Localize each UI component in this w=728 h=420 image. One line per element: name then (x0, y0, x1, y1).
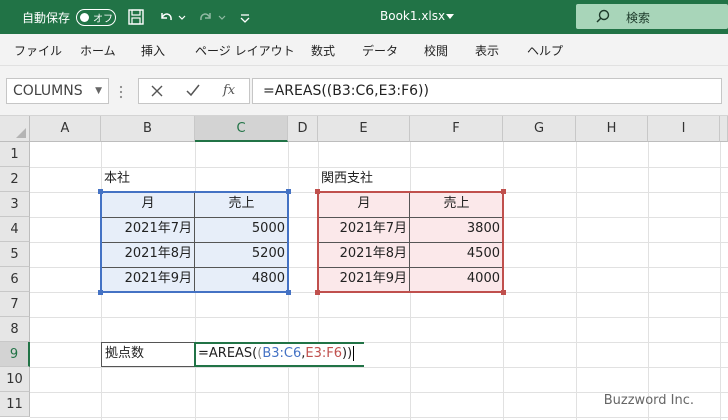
name-box-value: COLUMNS (13, 83, 83, 99)
range-handle[interactable] (98, 290, 103, 295)
range-handle[interactable] (286, 189, 291, 194)
row-header-1[interactable]: 1 (0, 142, 30, 167)
save-icon[interactable] (126, 7, 146, 27)
row-header-2[interactable]: 2 (0, 167, 30, 192)
tab-insert[interactable]: 挿入 (141, 42, 165, 59)
tab-formulas[interactable]: 数式 (311, 42, 335, 59)
gridline (30, 417, 728, 418)
title-bar: 自動保存 オフ Book1.xlsx 検索 (0, 0, 728, 34)
cell-b2-honsha[interactable]: 本社 (104, 167, 130, 191)
name-box-dropdown-icon[interactable]: ▼ (95, 79, 102, 103)
gridline (30, 367, 728, 368)
search-label: 検索 (626, 11, 651, 25)
tab-help[interactable]: ヘルプ (527, 42, 563, 59)
row-header-7[interactable]: 7 (0, 292, 30, 317)
column-header-d[interactable]: D (288, 116, 318, 142)
ribbon-tabs: ファイル ホーム 挿入 ページ レイアウト 数式 データ 校閲 表示 ヘルプ (0, 34, 728, 66)
column-header-c[interactable]: C (195, 116, 288, 142)
enter-icon[interactable] (186, 84, 200, 97)
cancel-icon[interactable] (151, 85, 163, 97)
title-dropdown-icon[interactable] (446, 14, 454, 20)
column-header-g[interactable]: G (503, 116, 576, 142)
redo-dropdown-icon[interactable] (216, 7, 228, 27)
gridline (30, 167, 728, 168)
row-header-10[interactable]: 10 (0, 367, 30, 392)
cell-edit-underline (288, 342, 364, 367)
formula-bar: COLUMNS ▼ fx =AREAS((B3:C6,E3:F6)) (0, 66, 728, 116)
tab-view[interactable]: 表示 (475, 42, 499, 59)
edit-formula-prefix: =AREAS( (198, 346, 258, 361)
range-handle[interactable] (315, 189, 320, 194)
redo-icon[interactable] (196, 7, 216, 27)
column-header-j[interactable] (720, 116, 728, 142)
customize-toolbar-icon[interactable] (236, 7, 256, 27)
row-header-4[interactable]: 4 (0, 217, 30, 242)
gridline (648, 142, 649, 420)
autosave-label: 自動保存 (22, 11, 71, 25)
toggle-knob (80, 12, 89, 22)
tab-data[interactable]: データ (362, 42, 398, 59)
column-header-i[interactable]: I (648, 116, 720, 142)
formula-input[interactable]: =AREAS((B3:C6,E3:F6)) (252, 78, 722, 104)
insert-function-icon[interactable]: fx (223, 83, 235, 98)
row-header-8[interactable]: 8 (0, 317, 30, 342)
column-header-b[interactable]: B (101, 116, 195, 142)
tab-review[interactable]: 校閲 (424, 42, 448, 59)
watermark: Buzzword Inc. (603, 393, 694, 408)
cell-e2-kansai[interactable]: 関西支社 (321, 167, 373, 191)
gridline (576, 142, 577, 420)
range-handle[interactable] (501, 290, 506, 295)
row-header-3[interactable]: 3 (0, 192, 30, 217)
select-all-corner[interactable] (0, 116, 30, 142)
splitter-handle-icon[interactable] (118, 85, 124, 99)
gridline (30, 317, 728, 318)
autosave-toggle[interactable]: オフ (76, 9, 116, 26)
range-handle[interactable] (98, 189, 103, 194)
formula-bar-buttons: fx (138, 78, 250, 104)
column-header-e[interactable]: E (318, 116, 410, 142)
name-box[interactable]: COLUMNS ▼ (6, 78, 109, 104)
cell-b9[interactable]: 拠点数 (105, 342, 144, 366)
undo-icon[interactable] (156, 7, 176, 27)
range-handle[interactable] (501, 189, 506, 194)
search-box[interactable]: 検索 (576, 4, 728, 29)
column-header-a[interactable]: A (30, 116, 101, 142)
tab-file[interactable]: ファイル (14, 42, 62, 59)
undo-dropdown-icon[interactable] (176, 7, 188, 27)
tab-home[interactable]: ホーム (80, 42, 116, 59)
row-header-5[interactable]: 5 (0, 242, 30, 267)
tab-page-layout[interactable]: ページ レイアウト (195, 42, 295, 59)
range-handle[interactable] (315, 290, 320, 295)
reference-highlight-b3-c6 (100, 191, 289, 293)
gridline (720, 142, 721, 420)
column-header-f[interactable]: F (410, 116, 503, 142)
reference-highlight-e3-f6 (317, 191, 504, 293)
column-header-h[interactable]: H (576, 116, 648, 142)
range-handle[interactable] (286, 290, 291, 295)
document-title[interactable]: Book1.xlsx (380, 9, 445, 23)
worksheet-grid: A B C D E F G H I 1 2 3 4 5 6 7 8 9 10 1… (0, 116, 728, 420)
row-header-11[interactable]: 11 (0, 392, 30, 417)
search-icon (596, 9, 610, 23)
row-header-6[interactable]: 6 (0, 267, 30, 292)
autosave-state: オフ (93, 14, 113, 25)
row-header-9[interactable]: 9 (0, 342, 30, 367)
